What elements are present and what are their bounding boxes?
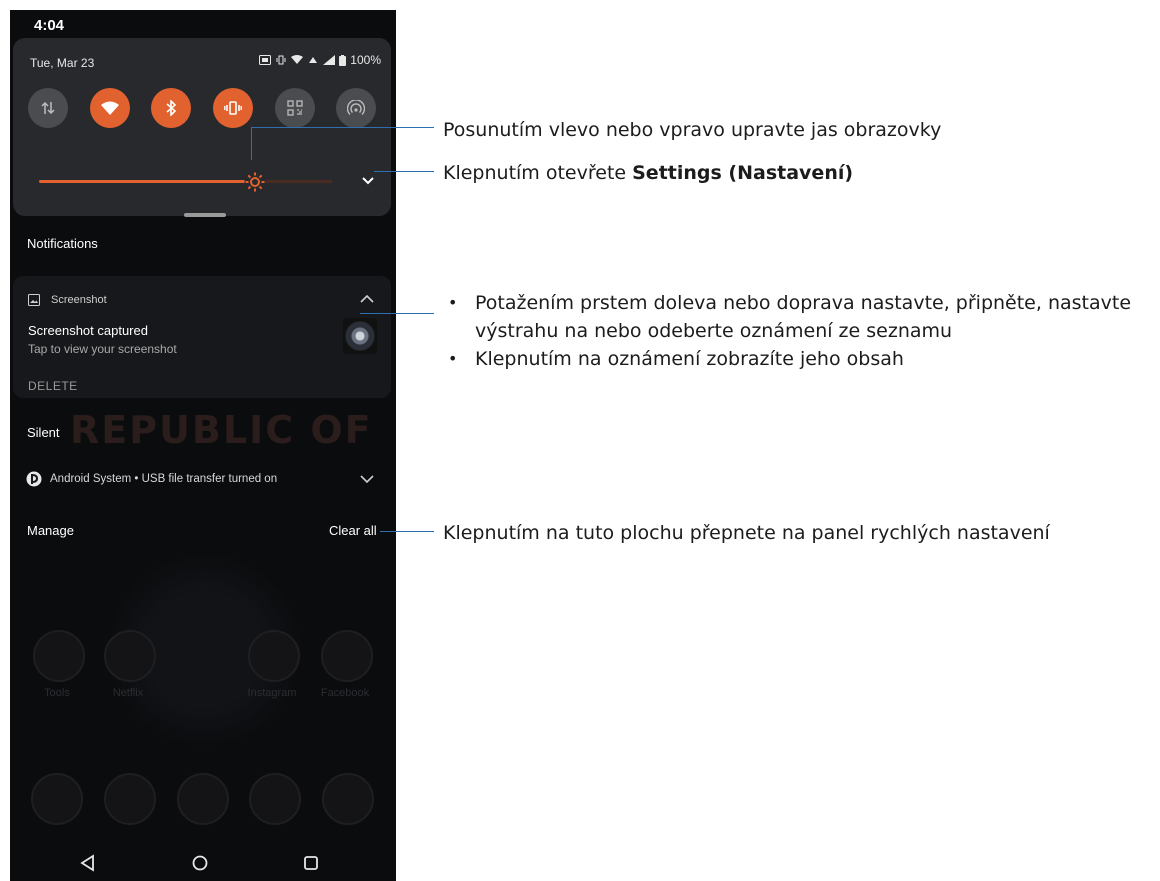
dock-chrome-icon [249, 773, 301, 825]
dock-messages-icon [104, 773, 156, 825]
android-system-text: Android System • USB file transfer turne… [50, 473, 278, 485]
app-label: Instagram [247, 687, 297, 699]
brightness-sun-icon[interactable] [244, 171, 266, 193]
qs-date: Tue, Mar 23 [30, 56, 95, 70]
notification-text: Tap to view your screenshot [28, 342, 177, 356]
annotation-settings-bold: Settings (Nastavení) [632, 162, 854, 184]
bluetooth-icon [166, 100, 177, 116]
app-label: Netflix [112, 687, 144, 699]
leader-line-settings [374, 171, 434, 172]
app-label: Facebook [320, 687, 370, 699]
android-system-icon [26, 471, 42, 487]
annotation-bullet-continuation: výstrahu na nebo odeberte oznámení ze se… [475, 320, 953, 342]
usb-status-icon [309, 57, 318, 63]
image-icon [28, 294, 40, 306]
chevron-down-icon[interactable] [359, 473, 375, 485]
chevron-up-icon[interactable] [359, 292, 375, 306]
navigation-bar [10, 844, 396, 881]
notification-app-name: Screenshot [51, 294, 107, 306]
annotation-notification-list: • Potažením prstem doleva nebo doprava na… [445, 290, 1131, 374]
annotation-clear-all: Klepnutím na tuto plochu přepnete na pan… [443, 522, 1050, 544]
qs-drag-handle[interactable] [184, 213, 226, 217]
delete-button[interactable]: DELETE [28, 379, 78, 393]
tile-wifi[interactable] [90, 88, 130, 128]
brightness-slider-fill[interactable] [39, 180, 254, 183]
app-icon-netflix [104, 630, 156, 682]
mobile-data-icon [41, 101, 55, 115]
tile-mobile-data[interactable] [28, 88, 68, 128]
screenshot-thumbnail[interactable] [343, 318, 377, 354]
silent-header: Silent [27, 425, 60, 440]
battery-percent: 100% [350, 53, 381, 67]
screenshot-notification[interactable]: Screenshot Screenshot captured Tap to vi… [13, 276, 391, 398]
manage-button[interactable]: Manage [27, 523, 74, 538]
android-system-notification[interactable]: Android System • USB file transfer turne… [26, 471, 277, 487]
dock-phone-icon [31, 773, 83, 825]
wifi-icon [101, 101, 119, 115]
home-icon[interactable] [191, 854, 209, 872]
tile-bluetooth[interactable] [151, 88, 191, 128]
wifi-status-icon [291, 55, 304, 64]
annotation-bullet: • Klepnutím na oznámení zobrazíte jeho ob… [448, 348, 904, 370]
qr-code-icon [287, 100, 303, 116]
clear-all-button[interactable]: Clear all [329, 523, 377, 538]
leader-line-clear-all [380, 531, 434, 532]
annotation-brightness: Posunutím vlevo nebo vpravo upravte jas … [443, 119, 942, 141]
qs-status-icons: 100% [259, 53, 381, 67]
status-time: 4:04 [34, 17, 65, 34]
nfc-icon [259, 55, 272, 65]
signal-icon [323, 55, 336, 65]
vibrate-status-icon [276, 55, 286, 65]
back-icon[interactable] [79, 854, 97, 872]
battery-icon [339, 54, 347, 66]
expand-settings-chevron-icon[interactable] [360, 173, 376, 189]
tile-qr-scan[interactable] [275, 88, 315, 128]
dock-camera-icon [322, 773, 374, 825]
leader-line-brightness-v [251, 127, 252, 160]
recents-icon[interactable] [302, 854, 320, 872]
notification-title: Screenshot captured [28, 323, 148, 338]
notifications-header: Notifications [27, 236, 98, 251]
annotation-bullet: • Potažením prstem doleva nebo doprava na… [448, 292, 1132, 314]
leader-line-notification [360, 313, 434, 314]
phone-screen: 4:04 Tue, Mar 23 100% Notifications Scre… [10, 10, 396, 881]
annotation-settings: Klepnutím otevřete Settings (Nastavení) [443, 162, 853, 184]
app-icon-tools [33, 630, 85, 682]
app-icon-instagram [248, 630, 300, 682]
hotspot-icon [347, 100, 365, 115]
app-icon-facebook [321, 630, 373, 682]
wallpaper-logo-text: REPUBLIC OF [70, 408, 373, 452]
app-label: Tools [44, 687, 70, 699]
dock-armoury-icon [177, 773, 229, 825]
tile-vibrate[interactable] [213, 88, 253, 128]
tile-hotspot[interactable] [336, 88, 376, 128]
vibrate-icon [224, 101, 242, 115]
leader-line-brightness-h [251, 127, 434, 128]
annotation-settings-prefix: Klepnutím otevřete [443, 162, 633, 184]
